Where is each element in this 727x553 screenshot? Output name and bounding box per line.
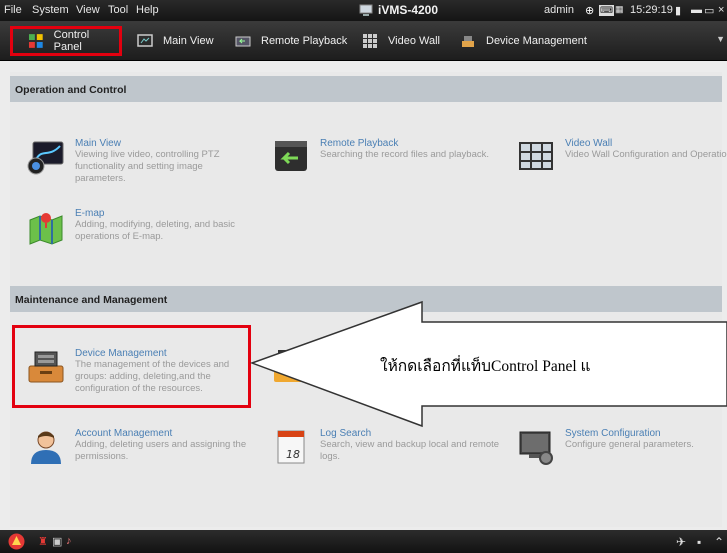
- svg-text:18: 18: [286, 448, 300, 461]
- section-maintenance-management: Maintenance and Management: [10, 286, 722, 312]
- tile-emap-title: E-map: [75, 208, 105, 219]
- lock-icon[interactable]: ▮: [675, 4, 681, 17]
- tab-remote-playback[interactable]: Remote Playback: [235, 27, 347, 55]
- app-logo-icon: [359, 4, 373, 16]
- tile-log-search-desc: Search, view and backup local and remote…: [320, 439, 500, 462]
- close-icon[interactable]: ×: [718, 4, 724, 16]
- tab-video-wall-label: Video Wall: [388, 35, 440, 47]
- section-operation-control: Operation and Control: [10, 76, 722, 102]
- tab-remote-playback-label: Remote Playback: [261, 35, 348, 47]
- tab-video-wall[interactable]: Video Wall: [362, 27, 440, 55]
- speaker-icon[interactable]: ♪: [66, 535, 72, 547]
- menu-tool[interactable]: Tool: [108, 4, 128, 16]
- control-panel-content: Operation and Control Main View Viewing …: [10, 72, 727, 527]
- device-management-icon: [462, 36, 474, 47]
- tile-main-view-desc: Viewing live video, controlling PTZ func…: [75, 149, 220, 184]
- status-bar: ♜ ▣ ♪ ✈ ▪ ⌃: [0, 530, 727, 553]
- device-management-highlight-box: [12, 325, 251, 408]
- video-wall-icon: [363, 34, 377, 48]
- video-wall-icon: [519, 142, 553, 170]
- tab-control-panel-label: Control Panel: [53, 29, 90, 53]
- toolbar-expand-icon[interactable]: ▼: [716, 34, 725, 44]
- keyboard-icon[interactable]: ⌨: [599, 5, 614, 16]
- tile-system-configuration-title: System Configuration: [565, 428, 661, 439]
- log-search-icon: 18: [277, 430, 305, 464]
- calendar-icon[interactable]: ▦: [615, 4, 624, 15]
- username: admin: [544, 4, 574, 16]
- event-icon[interactable]: ♜: [38, 535, 48, 548]
- tab-main-view[interactable]: Main View: [137, 27, 214, 55]
- tab-device-management[interactable]: Device Management: [460, 27, 587, 55]
- clock-time: 15:29:19: [630, 4, 673, 16]
- main-view-icon: [27, 141, 64, 175]
- maximize-icon[interactable]: ▭: [704, 4, 714, 17]
- account-management-icon: [31, 431, 61, 464]
- image-icon[interactable]: ▣: [52, 535, 62, 548]
- collapse-icon[interactable]: ⌃: [714, 535, 724, 549]
- tile-account-management-desc: Adding, deleting users and assigning the…: [75, 439, 247, 462]
- pin-icon[interactable]: ✈: [676, 535, 686, 549]
- event-management-icon: [274, 350, 308, 382]
- tile-emap-desc: Adding, modifying, deleting, and basic o…: [75, 219, 236, 242]
- emap-icon: [29, 213, 63, 245]
- window-icon[interactable]: ▪: [697, 535, 701, 549]
- menu-file[interactable]: File: [4, 4, 22, 16]
- title-bar: File System View Tool Help iVMS-4200 adm…: [0, 0, 727, 21]
- menu-view[interactable]: View: [76, 4, 100, 16]
- system-configuration-icon: [519, 431, 553, 465]
- remote-playback-icon: [275, 141, 307, 171]
- menu-help[interactable]: Help: [136, 4, 159, 16]
- minimize-icon[interactable]: ▬: [691, 4, 702, 16]
- tab-device-management-label: Device Management: [486, 35, 587, 47]
- tab-main-view-label: Main View: [163, 35, 214, 47]
- status-area: admin ⊕ ⌨ ▦ 15:29:19 ▮ ▬ ▭ ×: [527, 0, 727, 21]
- app-title: iVMS-4200: [378, 3, 439, 17]
- tile-account-management-title: Account Management: [75, 428, 173, 439]
- globe-icon[interactable]: ⊕: [585, 4, 594, 17]
- tile-video-wall-title: Video Wall: [565, 138, 613, 149]
- menu-system[interactable]: System: [32, 4, 69, 16]
- alarm-icon[interactable]: [8, 533, 25, 550]
- tile-video-wall-desc: Video Wall Configuration and Operation.: [565, 149, 727, 160]
- module-toolbar: Control Panel Main View Remote Playback …: [0, 21, 727, 61]
- tile-remote-playback-title: Remote Playback: [320, 138, 399, 149]
- tile-remote-playback-desc: Searching the record files and playback.: [320, 149, 489, 160]
- tile-log-search-title: Log Search: [320, 428, 372, 439]
- tile-system-configuration-desc: Configure general parameters.: [565, 439, 694, 450]
- remote-playback-icon: [235, 36, 251, 47]
- callout-text: ให้กดเลือกที่แท็บControl Panel แ: [380, 358, 591, 375]
- control-panel-icon: [28, 34, 43, 48]
- tile-main-view-title: Main View: [75, 138, 121, 149]
- tab-control-panel[interactable]: Control Panel: [10, 26, 122, 56]
- main-view-icon: [137, 34, 153, 47]
